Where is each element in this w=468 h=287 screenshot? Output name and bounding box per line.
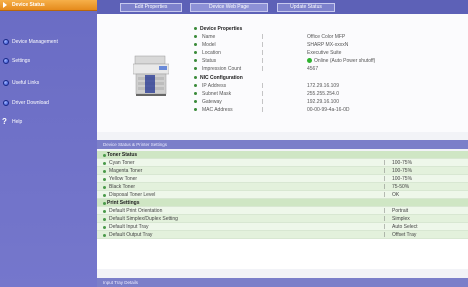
toolbar: Edit Properties Device Web Page Update S… <box>97 0 468 14</box>
sidebar-item-settings[interactable]: Settings <box>0 55 97 67</box>
sidebar-item-label: Device Management <box>12 39 58 45</box>
sidebar-item-label: Useful Links <box>12 80 40 86</box>
bullet-icon <box>194 67 197 70</box>
bullet-icon <box>194 27 197 30</box>
table-row: Default Simplex/Duplex Setting | Simplex <box>97 215 468 223</box>
bullet-icon <box>103 225 106 229</box>
bullet-icon <box>103 233 106 237</box>
bullet-icon <box>194 51 197 54</box>
section-title: Input Tray Details <box>103 280 139 285</box>
section-title: Device Status & Printer Settings <box>103 142 168 147</box>
edit-properties-button[interactable]: Edit Properties <box>120 3 182 12</box>
prop-row-ip-address: IP Address | 172.29.16.109 <box>194 82 464 90</box>
prop-row-mac-address: MAC Address | 00-00-99-4a-16-0D <box>194 106 464 114</box>
sidebar-item-label: Settings <box>12 58 31 64</box>
help-icon: ? <box>2 117 7 126</box>
bullet-icon <box>103 161 106 165</box>
table-row: Cyan Toner | 100-75% <box>97 159 468 167</box>
bullet-icon <box>103 209 106 213</box>
prop-row-name: Name | Office Color MFP <box>194 33 464 41</box>
bullet-icon <box>103 153 106 157</box>
sidebar-item-label: Help <box>12 119 23 125</box>
bullet-icon <box>194 76 197 79</box>
bullet-icon <box>194 35 197 38</box>
sidebar-item-device-management[interactable]: Device Management <box>0 36 97 48</box>
bullet-icon <box>194 92 197 95</box>
bullet-icon <box>103 217 106 221</box>
input-tray-section-header: Input Tray Details <box>97 278 468 287</box>
table-row: Default Print Orientation | Portrait <box>97 207 468 215</box>
sidebar: Device Status Device Management Settings… <box>0 0 97 287</box>
bullet-icon <box>103 185 106 189</box>
bullet-icon <box>103 177 106 181</box>
sidebar-item-label: Driver Download <box>12 100 49 106</box>
sidebar-item-help[interactable]: ? Help <box>0 116 97 128</box>
device-properties-panel: Device Properties Name | Office Color MF… <box>97 14 468 132</box>
nic-configuration-heading: NIC Configuration <box>194 74 464 82</box>
table-row: Yellow Toner | 100-75% <box>97 175 468 183</box>
device-web-page-button[interactable]: Device Web Page <box>190 3 268 12</box>
sidebar-item-driver-download[interactable]: Driver Download <box>0 97 97 109</box>
bullet-icon <box>103 193 106 197</box>
prop-row-model: Model | SHARP MX-xxxxN <box>194 41 464 49</box>
device-properties-heading: Device Properties <box>194 25 464 33</box>
table-row: Default Input Tray | Auto Select <box>97 223 468 231</box>
main-panel: Edit Properties Device Web Page Update S… <box>97 0 468 287</box>
bullet-icon <box>194 59 197 62</box>
toner-status-heading: Toner Status <box>97 151 468 159</box>
table-row: Magenta Toner | 100-75% <box>97 167 468 175</box>
update-status-button[interactable]: Update Status <box>277 3 335 12</box>
sidebar-item-useful-links[interactable]: Useful Links <box>0 77 97 89</box>
table-row: Default Output Tray | Offset Tray <box>97 231 468 239</box>
arrow-right-icon <box>3 2 7 8</box>
bullet-icon <box>194 108 197 111</box>
bullet-icon <box>103 201 106 205</box>
status-table: Toner Status Cyan Toner | 100-75% Magent… <box>97 151 468 269</box>
table-row: Black Toner | 75-50% <box>97 183 468 191</box>
online-status-icon <box>307 58 312 63</box>
prop-row-gateway: Gateway | 192.29.16.100 <box>194 98 464 106</box>
bullet-icon <box>3 100 9 106</box>
prop-row-status: Status | Online (Auto Power shutoff) <box>194 57 464 65</box>
prop-row-impression-count: Impression Count | 4567 <box>194 65 464 73</box>
bullet-icon <box>3 39 9 45</box>
bullet-icon <box>3 80 9 86</box>
sidebar-item-label: Device Status <box>12 2 45 8</box>
prop-row-location: Location | Executive Suite <box>194 49 464 57</box>
status-section-header: Device Status & Printer Settings <box>97 140 468 149</box>
bullet-icon <box>3 58 9 64</box>
printer-icon <box>133 55 169 96</box>
sidebar-item-device-status[interactable]: Device Status <box>0 0 97 11</box>
table-row: Disposal Toner Level | OK <box>97 191 468 199</box>
bullet-icon <box>194 100 197 103</box>
bullet-icon <box>194 84 197 87</box>
bullet-icon <box>103 169 106 173</box>
print-settings-heading: Print Settings <box>97 199 468 207</box>
bullet-icon <box>194 43 197 46</box>
prop-row-subnet-mask: Subnet Mask | 255.255.254.0 <box>194 90 464 98</box>
